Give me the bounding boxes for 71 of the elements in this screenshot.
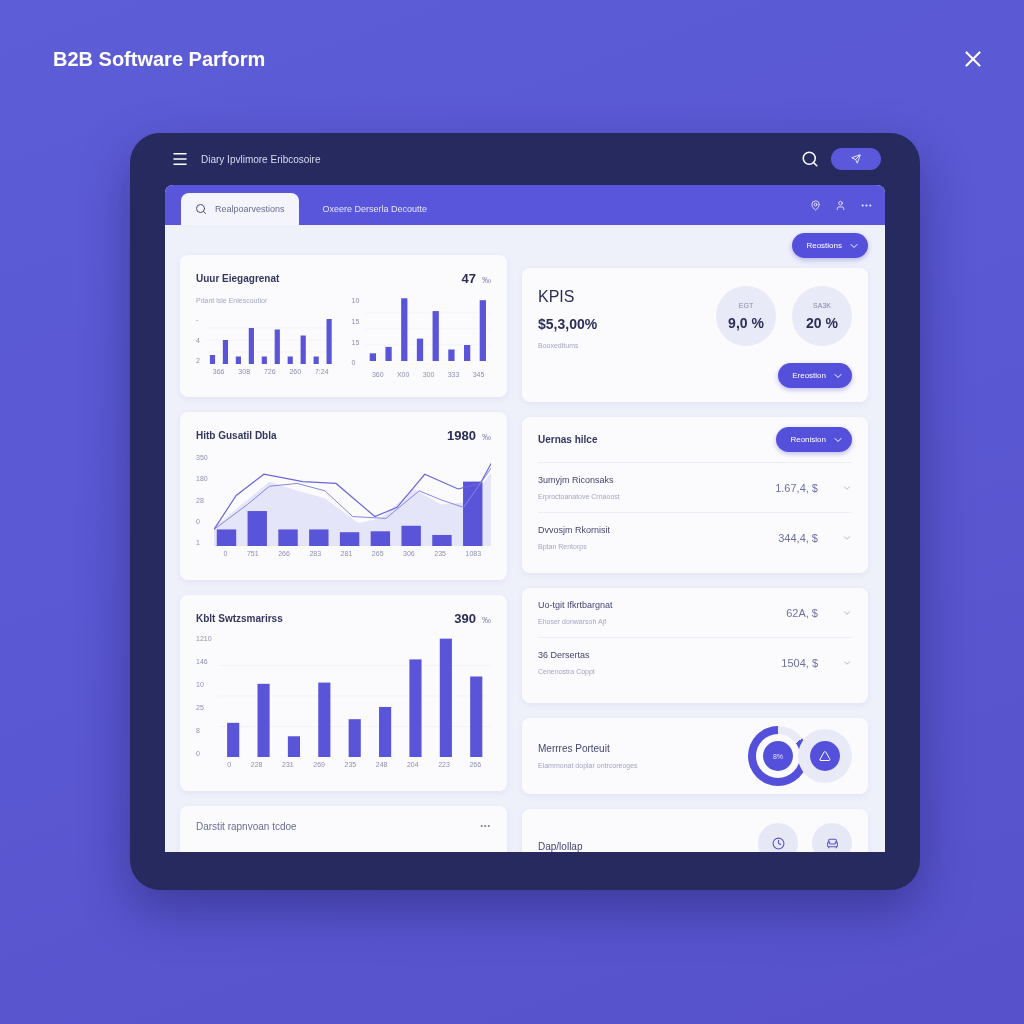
metric-unit: ‰ — [482, 615, 491, 625]
card-title: Hitb Gusatil Dbla — [196, 429, 277, 441]
chart-bar — [432, 311, 440, 361]
row-title: 36 Dersertas — [538, 650, 591, 660]
chart-bar — [348, 719, 361, 757]
chart-bar — [235, 356, 241, 364]
chart-bar — [287, 736, 300, 757]
send-button[interactable] — [831, 148, 881, 170]
metric-value: 390 — [454, 611, 476, 626]
chart-bar — [261, 356, 267, 364]
dropdown-button[interactable]: Ereostion — [778, 363, 852, 388]
chair-button[interactable] — [812, 823, 852, 852]
circle-value: 20 % — [806, 314, 838, 331]
row-title: Uo-tgit Ifkrtbargnat — [538, 600, 614, 610]
chart-bar — [464, 345, 471, 361]
chair-icon — [825, 836, 839, 850]
kpi-title: KPIS — [538, 288, 576, 306]
chart-bar — [431, 534, 452, 546]
row-amount: 344,4, $ — [777, 531, 818, 544]
chart-bar — [326, 319, 332, 364]
chart-bar — [480, 300, 487, 361]
metric-unit: ‰ — [482, 432, 491, 442]
card-title: Uuur Eiegagrenat — [196, 272, 280, 284]
chart-bar — [226, 722, 239, 757]
circle-value: 9,0 % — [728, 314, 764, 331]
chart-bar — [278, 529, 298, 546]
row-title: 3umyjm Riconsaks — [538, 475, 615, 485]
kpi-value: $5,3,00% — [538, 316, 598, 332]
chart-bar — [209, 355, 215, 364]
app-title: Diary Ipvlimore Eribcosoire — [201, 153, 322, 165]
card-title: Dap/lollap — [538, 840, 583, 852]
chart-bar — [378, 707, 391, 757]
search-icon — [195, 203, 207, 215]
row-amount: 1504, $ — [780, 656, 818, 669]
user-icon[interactable] — [835, 199, 846, 211]
chart-bar — [401, 298, 408, 361]
tab[interactable]: Oxeere Derserla Decoutte — [308, 193, 442, 225]
metric-value: 47 — [461, 271, 476, 286]
chart-bar — [287, 356, 293, 364]
metric-value: 1980 — [447, 428, 476, 443]
card-title: Uernas hilce — [538, 434, 598, 445]
row-amount: 1.67,4, $ — [774, 481, 818, 494]
filter-dropdown[interactable]: Reostions — [792, 233, 868, 258]
page-title: B2B Software Parform — [53, 47, 266, 71]
chart-bar — [313, 356, 319, 364]
triangle-button[interactable] — [810, 741, 840, 771]
card-title: Darstit rapnvoan tcdoe — [196, 820, 297, 832]
tab[interactable]: Realpoarvestions — [181, 193, 299, 225]
chart-bar — [274, 329, 280, 364]
triangle-icon — [819, 750, 831, 762]
card-title: Merrres Porteuit — [538, 743, 611, 754]
chart-bar — [385, 346, 392, 361]
chart-bar — [417, 338, 424, 361]
send-icon — [851, 154, 861, 164]
clock-button[interactable] — [758, 823, 798, 852]
pin-icon[interactable] — [810, 199, 821, 211]
chart-bar — [248, 328, 254, 364]
metric-unit: ‰ — [482, 275, 491, 285]
clock-icon — [771, 836, 785, 850]
chart-bar — [448, 349, 455, 361]
chart-bar — [222, 340, 228, 364]
chart-bar — [401, 525, 421, 546]
menu-icon[interactable] — [171, 150, 189, 168]
row-amount: 62A, $ — [785, 606, 818, 619]
chart-bar — [370, 353, 377, 361]
card-title: Kblt Swtzsmarirss — [196, 612, 283, 624]
chart-bar — [339, 532, 359, 546]
chart-bar — [300, 335, 306, 364]
search-icon[interactable] — [801, 150, 819, 168]
row-title: Dvvosjm Rkornisit — [538, 525, 611, 535]
dropdown-button[interactable]: Reonision — [776, 427, 852, 452]
